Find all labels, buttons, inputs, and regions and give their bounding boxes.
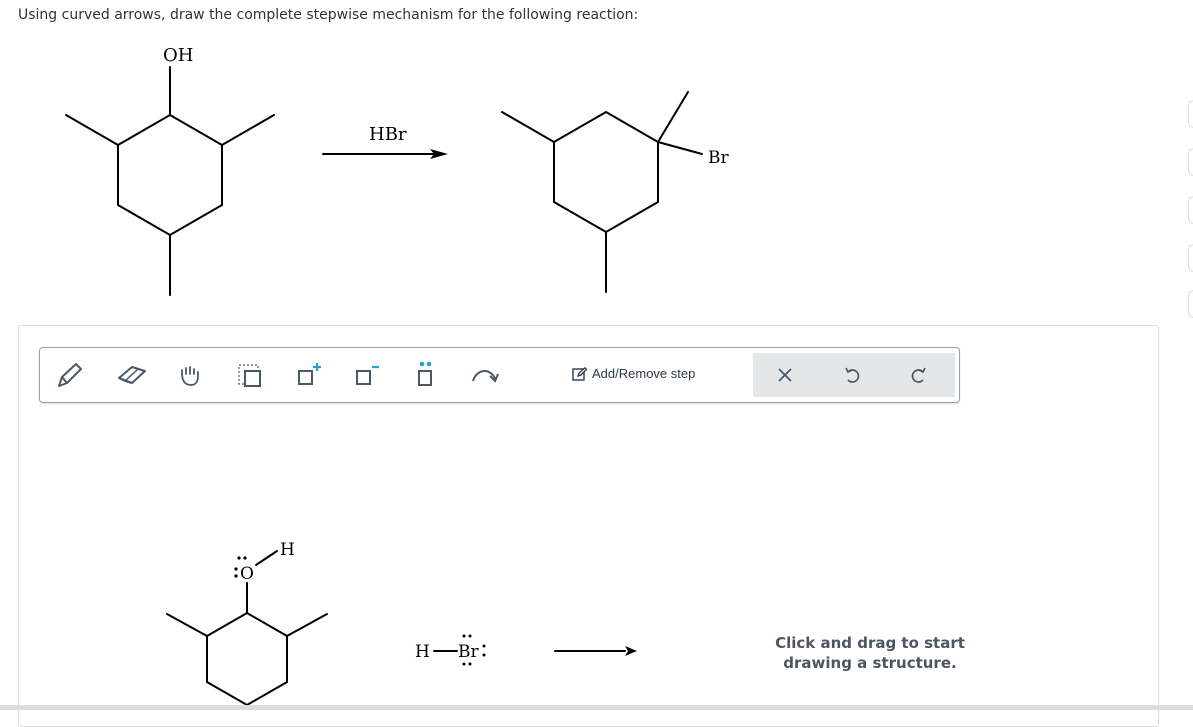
add-remove-step-button[interactable]: Add/Remove step	[572, 366, 695, 381]
side-tab-2[interactable]	[1188, 148, 1193, 176]
selection-icon	[238, 364, 261, 387]
side-tab-3[interactable]	[1188, 196, 1193, 224]
clear-icon	[778, 368, 792, 382]
reactant-ring	[117, 113, 223, 237]
eraser-tool[interactable]	[112, 356, 152, 394]
negative-charge-icon	[356, 365, 379, 385]
selection-tool[interactable]	[229, 356, 269, 394]
bottom-scrollbar[interactable]	[0, 705, 1193, 710]
undo-icon	[845, 367, 860, 383]
curved-arrow-tool[interactable]	[465, 356, 505, 394]
hint-line-2: drawing a structure.	[783, 654, 957, 672]
action-group	[753, 353, 955, 397]
lone-pair-icon	[418, 361, 432, 386]
hand-icon	[181, 366, 199, 386]
side-tab-4[interactable]	[1188, 244, 1193, 272]
hbr-br-label: Br	[458, 642, 479, 662]
lone-pair-tool[interactable]	[405, 356, 445, 394]
drawing-toolbar: Add/Remove step	[39, 347, 960, 403]
canvas-hint: Click and drag to start drawing a struct…	[760, 633, 980, 673]
reagent-label: HBr	[369, 124, 407, 145]
hint-line-1: Click and drag to start	[775, 634, 965, 652]
reaction-scheme: OH HBr Br	[65, 45, 729, 296]
product-br-label: Br	[708, 148, 729, 168]
positive-charge-icon	[298, 363, 321, 385]
negative-charge-tool[interactable]	[347, 356, 387, 394]
hbr-h-label: H	[415, 642, 430, 662]
redo-button[interactable]	[902, 359, 936, 391]
canvas-ring	[206, 611, 288, 707]
side-tab-5[interactable]	[1188, 290, 1193, 318]
curved-arrow-icon	[472, 370, 499, 383]
side-tab-1[interactable]	[1188, 100, 1193, 128]
clear-button[interactable]	[768, 359, 802, 391]
edit-icon	[572, 366, 587, 381]
undo-button[interactable]	[835, 359, 869, 391]
pencil-tool[interactable]	[50, 356, 90, 394]
redo-icon	[911, 367, 926, 383]
add-remove-step-label: Add/Remove step	[592, 366, 696, 381]
hand-tool[interactable]	[170, 356, 210, 394]
drawing-canvas[interactable]: O H H Br	[150, 530, 650, 710]
product-ring	[553, 110, 659, 234]
pencil-icon	[58, 363, 82, 387]
question-prompt: Using curved arrows, draw the complete s…	[18, 7, 639, 23]
canvas-hydrogen-label: H	[280, 540, 295, 560]
canvas-oxygen-label: O	[240, 564, 254, 584]
eraser-icon	[118, 366, 146, 384]
positive-charge-tool[interactable]	[289, 356, 329, 394]
reactant-oh-label: OH	[163, 45, 193, 66]
